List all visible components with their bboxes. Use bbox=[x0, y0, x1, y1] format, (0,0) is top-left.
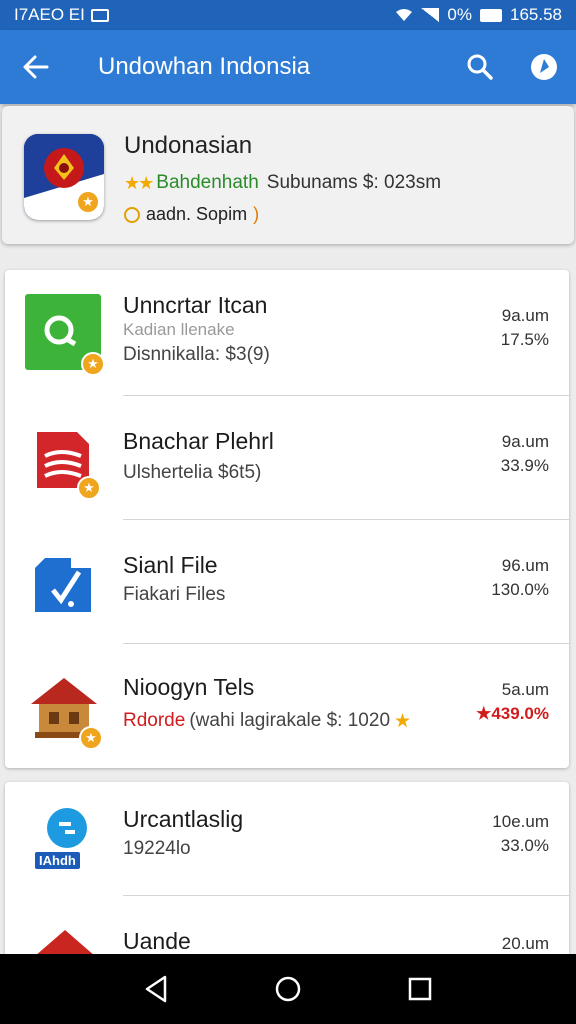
list-item-time: 9a.um bbox=[501, 432, 549, 451]
status-bar: I7AEO EI 0% 165.58 bbox=[0, 0, 576, 30]
list-item-title: Urcantlaslig bbox=[123, 806, 244, 832]
blue-folder-icon bbox=[31, 552, 109, 630]
list-item-time: 20.um bbox=[501, 934, 549, 953]
star-rating-icon: ★★ bbox=[124, 172, 154, 193]
blue-circle-label: IAhdh bbox=[35, 852, 80, 869]
nav-back-button[interactable] bbox=[126, 959, 186, 1019]
featured-badge-icon: ★ bbox=[76, 190, 100, 214]
list-item-title: Nioogyn Tels bbox=[123, 674, 255, 700]
status-left: I7AEO EI bbox=[14, 5, 109, 25]
list-item-time: 5a.um bbox=[501, 680, 549, 699]
list-item-percent: 33.0% bbox=[500, 836, 549, 855]
page-title: Undowhan Indonsia bbox=[98, 53, 311, 80]
badge-icon: ★ bbox=[81, 352, 105, 376]
featured-meta-text: aadn. Sopim bbox=[146, 204, 248, 224]
list-item-title: Unncrtar Itcan bbox=[123, 292, 268, 318]
list-item-subtitle: 19224lo bbox=[123, 838, 191, 859]
list-item-title: Uande bbox=[123, 928, 191, 954]
battery-percent: 0% bbox=[447, 5, 472, 24]
list-item[interactable]: Uande 20.um bbox=[5, 906, 569, 954]
house-icon: ★ bbox=[27, 674, 105, 752]
featured-meta-arrow: ) bbox=[253, 204, 260, 224]
battery-icon bbox=[480, 8, 502, 22]
list-item-time: 10e.um bbox=[492, 812, 549, 831]
list-item-title: Bnachar Plehrl bbox=[123, 428, 274, 454]
navigation-bar bbox=[0, 954, 576, 1024]
green-q-icon: ★ bbox=[25, 294, 105, 376]
nav-recents-button[interactable] bbox=[390, 959, 450, 1019]
list-item-faded: Kadian llenake bbox=[123, 320, 235, 339]
list-item-subtitle: Ulshertelia $6t5) bbox=[123, 462, 262, 483]
list-item-percent-line: ★439.0% bbox=[476, 704, 549, 724]
status-right: 0% 165.58 bbox=[395, 5, 562, 25]
nav-home-button[interactable] bbox=[258, 959, 318, 1019]
search-button[interactable] bbox=[448, 30, 512, 104]
badge-icon: ★ bbox=[77, 476, 101, 500]
status-carrier-text: I7AEO EI bbox=[14, 5, 85, 24]
featured-rating-line: ★★ Bahdenhath Subunams $: 023sm bbox=[124, 172, 441, 194]
featured-rating-text: Bahdenhath bbox=[156, 172, 259, 193]
list-item-subtitle-red: Rdorde bbox=[123, 710, 186, 731]
badge-icon: ★ bbox=[79, 726, 103, 750]
featured-app-icon: ★ bbox=[24, 134, 104, 220]
red-roof-icon bbox=[33, 926, 111, 954]
compass-icon bbox=[531, 54, 557, 80]
list-item[interactable]: Sianl File Fiakari Files 96.um 130.0% bbox=[5, 520, 569, 644]
list-item[interactable]: IAhdh Urcantlaslig 19224lo 10e.um 33.0% bbox=[5, 782, 569, 896]
divider bbox=[123, 895, 569, 896]
featured-app-card[interactable]: ★ Undonasian ★★ Bahdenhath Subunams $: 0… bbox=[2, 106, 574, 244]
list-item-time: 96.um bbox=[501, 556, 549, 575]
list-item-subtitle: Disnnikalla: $3(9) bbox=[123, 344, 270, 365]
signal-icon bbox=[421, 8, 440, 22]
featured-meta-line: aadn. Sopim ) bbox=[124, 204, 259, 225]
back-button[interactable] bbox=[0, 30, 72, 104]
app-bar: Undowhan Indonsia bbox=[0, 30, 576, 104]
nav-home-icon bbox=[275, 976, 301, 1002]
list-item-percent: 439.0% bbox=[491, 704, 549, 723]
list-item-percent: 130.0% bbox=[491, 580, 549, 599]
list-item-percent: 17.5% bbox=[500, 330, 549, 349]
list-item-time: 9a.um bbox=[501, 306, 549, 325]
list-item-subtitle-line: Rdorde (wahi lagirakale $: 1020 ★ bbox=[123, 710, 411, 733]
list-item-subtitle: (wahi lagirakale $: 1020 bbox=[189, 710, 391, 731]
star-icon: ★ bbox=[394, 711, 412, 732]
list-item[interactable]: ★ Unncrtar Itcan Kadian llenake Disnnika… bbox=[5, 270, 569, 396]
featured-title: Undonasian bbox=[124, 132, 253, 159]
compass-button[interactable] bbox=[512, 30, 576, 104]
list-item[interactable]: ★ Bnachar Plehrl Ulshertelia $6t5) 9a.um… bbox=[5, 396, 569, 520]
nav-recents-icon bbox=[408, 977, 432, 1001]
list-item-subtitle: Fiakari Files bbox=[123, 584, 226, 605]
app-list-card: ★ Unncrtar Itcan Kadian llenake Disnnika… bbox=[5, 270, 569, 768]
red-document-icon: ★ bbox=[33, 430, 111, 508]
wifi-icon bbox=[396, 9, 413, 21]
coin-icon bbox=[124, 206, 140, 223]
blue-circle-icon: IAhdh bbox=[35, 804, 113, 882]
list-item-percent: 33.9% bbox=[500, 456, 549, 475]
nav-back-icon bbox=[145, 975, 167, 1003]
list-item[interactable]: ★ Nioogyn Tels Rdorde (wahi lagirakale $… bbox=[5, 644, 569, 768]
status-time: 165.58 bbox=[510, 5, 562, 24]
star-icon: ★ bbox=[476, 704, 492, 723]
featured-subscriptions: Subunams $: 023sm bbox=[266, 172, 442, 193]
app-list-card: IAhdh Urcantlaslig 19224lo 10e.um 33.0% … bbox=[5, 782, 569, 954]
search-icon bbox=[467, 54, 493, 80]
notification-icon bbox=[90, 8, 109, 22]
list-item-title: Sianl File bbox=[123, 552, 218, 578]
arrow-left-icon bbox=[23, 55, 49, 79]
